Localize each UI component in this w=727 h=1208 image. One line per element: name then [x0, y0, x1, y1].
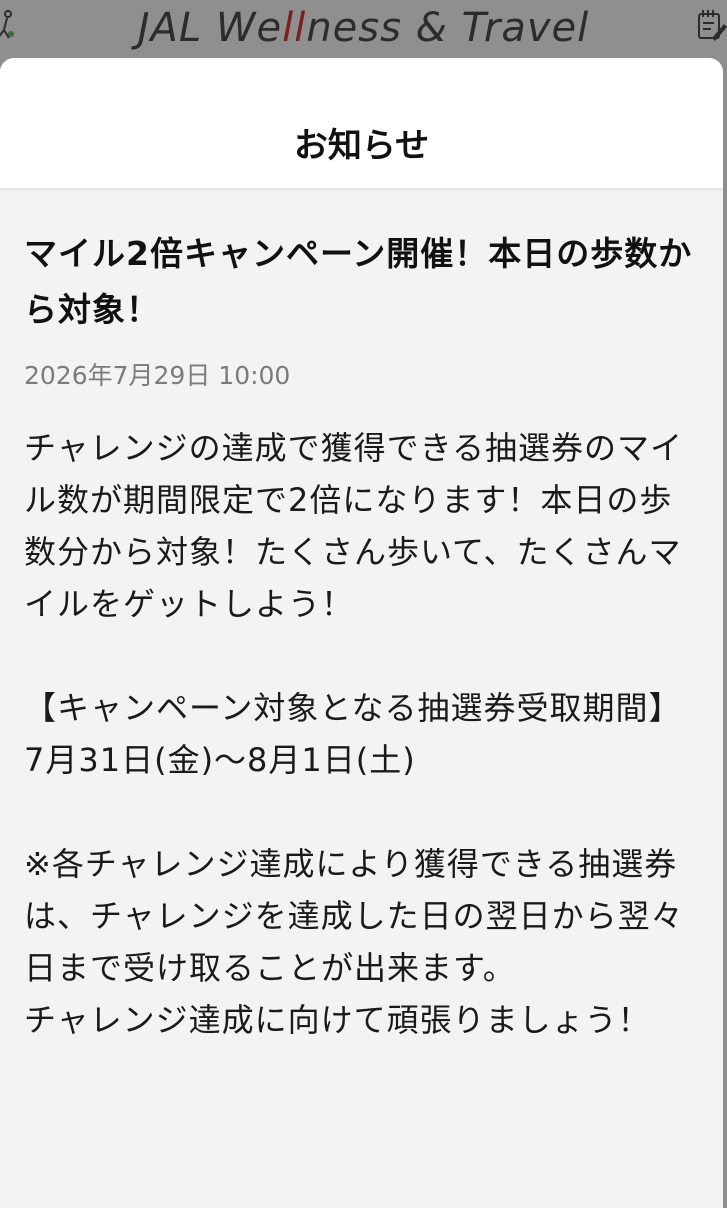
notice-closing: チャレンジ達成に向けて頑張りましょう！	[24, 1001, 651, 1039]
logo-accent-figure: l	[282, 5, 295, 51]
notice-body: チャレンジの達成で獲得できる抽選券のマイル数が期間限定で2倍になります！本日の歩…	[24, 422, 699, 1046]
logo-text-start: JAL We	[137, 5, 283, 51]
app-logo: JAL Wellness & Travel	[0, 2, 727, 54]
logo-text-end: ness & Travel	[306, 5, 590, 51]
notice-title: マイル2倍キャンペーン開催！本日の歩数から対象！	[24, 234, 693, 329]
notice-paragraph: チャレンジの達成で獲得できる抽選券のマイル数が期間限定で2倍になります！本日の歩…	[24, 429, 684, 623]
notepad-edit-icon[interactable]	[697, 8, 727, 42]
notice-date: 2026年7月29日 10:00	[24, 361, 291, 390]
notice-modal: お知らせ マイル2倍キャンペーン開催！本日の歩数から対象！ 2026年7月29日…	[0, 58, 723, 1208]
modal-header: お知らせ	[0, 58, 723, 188]
notice-period-value: 7月31日(金)〜8月1日(土)	[24, 741, 416, 779]
notice-note: ※各チャレンジ達成により獲得できる抽選券は、チャレンジを達成した日の翌日から翌々…	[24, 845, 684, 987]
background-strip	[723, 60, 727, 1200]
notice-content[interactable]: マイル2倍キャンペーン開催！本日の歩数から対象！ 2026年7月29日 10:0…	[0, 226, 723, 1046]
app-header: JAL Wellness & Travel	[0, 0, 727, 60]
notice-period-heading: 【キャンペーン対象となる抽選券受取期間】	[24, 689, 682, 727]
logo-accent-figure: l	[294, 5, 307, 51]
modal-title: お知らせ	[293, 126, 430, 166]
